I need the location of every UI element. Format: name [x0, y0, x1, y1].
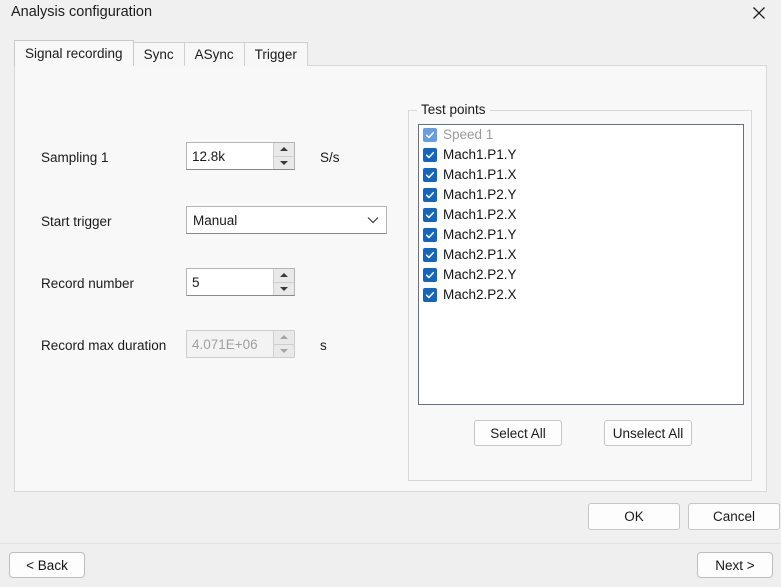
select-all-label: Select All [490, 425, 546, 441]
record-max-duration-stepper [273, 331, 294, 357]
record-number-stepper-down[interactable] [274, 282, 294, 295]
list-item[interactable]: Mach2.P2.X [419, 285, 743, 305]
select-all-button[interactable]: Select All [474, 420, 562, 446]
triangle-down-icon [280, 348, 288, 353]
tab-signal-recording[interactable]: Signal recording [14, 40, 134, 66]
triangle-up-icon [280, 335, 288, 340]
list-item-label: Mach1.P1.X [443, 167, 517, 183]
tab-label: Signal recording [25, 46, 123, 61]
list-item-label: Speed 1 [443, 127, 494, 143]
record-number-stepper [273, 269, 294, 295]
triangle-up-icon [280, 147, 288, 152]
list-item[interactable]: Mach1.P1.Y [419, 145, 743, 165]
list-item-label: Mach1.P1.Y [443, 147, 517, 163]
triangle-down-icon [280, 160, 288, 165]
list-item[interactable]: Speed 1 [419, 125, 743, 145]
check-icon [425, 251, 435, 259]
checkbox-checked[interactable] [423, 228, 437, 242]
tab-strip: Signal recording Sync ASync Trigger [14, 40, 308, 66]
sampling-input[interactable]: 12.8k [187, 143, 273, 169]
list-item[interactable]: Mach2.P1.X [419, 245, 743, 265]
checkbox-checked[interactable] [423, 168, 437, 182]
test-points-listbox[interactable]: Speed 1 Mach1.P1.Y Mach1.P1.X Mach1.P2.Y Mac… [418, 124, 744, 405]
ok-label: OK [624, 509, 644, 524]
record-max-duration-spinbox: 4.071E+06 [186, 330, 295, 358]
cancel-label: Cancel [712, 509, 756, 524]
back-label: < Back [26, 557, 68, 573]
tab-label: Sync [143, 47, 174, 62]
record-number-label: Record number [41, 276, 135, 291]
unselect-all-button[interactable]: Unselect All [604, 420, 692, 446]
window-title: Analysis configuration [11, 4, 153, 20]
checkbox-checked[interactable] [423, 148, 437, 162]
record-number-input[interactable]: 5 [187, 269, 273, 295]
chevron-down-icon [360, 216, 386, 224]
checkbox-checked[interactable] [423, 288, 437, 302]
list-item[interactable]: Mach1.P1.X [419, 165, 743, 185]
dialog-body: Signal recording Sync ASync Trigger Samp… [0, 26, 781, 543]
list-item-label: Mach1.P2.X [443, 207, 517, 223]
tab-async[interactable]: ASync [183, 42, 245, 66]
ok-button[interactable]: OK [588, 503, 680, 530]
record-max-duration-input: 4.071E+06 [192, 336, 258, 352]
list-item-label: Mach1.P2.Y [443, 187, 517, 203]
record-max-duration-stepper-up [274, 331, 294, 345]
sampling-stepper [273, 143, 294, 169]
next-label: Next > [715, 557, 755, 573]
next-button[interactable]: Next > [697, 552, 773, 578]
start-trigger-value: Manual [193, 212, 238, 228]
sampling-stepper-down[interactable] [274, 156, 294, 169]
check-icon [425, 151, 435, 159]
check-icon [425, 291, 435, 299]
sampling-unit: S/s [320, 150, 340, 165]
test-points-list: Speed 1 Mach1.P1.Y Mach1.P1.X Mach1.P2.Y Mac… [419, 125, 743, 305]
back-button[interactable]: < Back [9, 552, 85, 578]
record-max-duration-stepper-down [274, 344, 294, 357]
list-item-label: Mach2.P1.X [443, 247, 517, 263]
start-trigger-select[interactable]: Manual [186, 206, 387, 234]
checkbox-checked [423, 128, 437, 142]
sampling-label: Sampling 1 [41, 150, 109, 165]
unselect-all-label: Unselect All [612, 425, 684, 441]
check-icon [425, 191, 435, 199]
sampling-spinbox[interactable]: 12.8k [186, 142, 295, 170]
checkbox-checked[interactable] [423, 188, 437, 202]
record-max-duration-label: Record max duration [41, 338, 167, 353]
triangle-down-icon [280, 286, 288, 291]
sampling-stepper-up[interactable] [274, 143, 294, 157]
close-icon [752, 6, 766, 20]
checkbox-checked[interactable] [423, 268, 437, 282]
record-number-spinbox[interactable]: 5 [186, 268, 295, 296]
triangle-up-icon [280, 273, 288, 278]
check-icon [425, 171, 435, 179]
list-item-label: Mach2.P1.Y [443, 227, 517, 243]
tab-sync[interactable]: Sync [132, 42, 185, 66]
list-item[interactable]: Mach2.P1.Y [419, 225, 743, 245]
close-button[interactable] [737, 0, 781, 26]
test-points-title: Test points [417, 102, 490, 117]
start-trigger-label: Start trigger [41, 214, 112, 229]
list-item-label: Mach2.P2.Y [443, 267, 517, 283]
wizard-bottom-bar: < Back Next > [0, 543, 781, 587]
list-item-label: Mach2.P2.X [443, 287, 517, 303]
check-icon [425, 211, 435, 219]
checkbox-checked[interactable] [423, 208, 437, 222]
tab-label: Trigger [254, 47, 297, 62]
list-item[interactable]: Mach1.P2.X [419, 205, 743, 225]
test-points-groupbox: Test points Speed 1 Mach1.P1.Y Mach1.P1.X M… [408, 102, 752, 481]
check-icon [425, 131, 435, 139]
cancel-button[interactable]: Cancel [688, 503, 780, 530]
title-bar: Analysis configuration [0, 0, 781, 26]
list-item[interactable]: Mach1.P2.Y [419, 185, 743, 205]
tab-trigger[interactable]: Trigger [243, 42, 308, 66]
record-max-duration-unit: s [320, 338, 327, 353]
list-item[interactable]: Mach2.P2.Y [419, 265, 743, 285]
check-icon [425, 231, 435, 239]
checkbox-checked[interactable] [423, 248, 437, 262]
record-number-stepper-up[interactable] [274, 269, 294, 283]
check-icon [425, 271, 435, 279]
tab-panel-signal-recording: Sampling 1 12.8k S/s Start trigger Manua… [14, 65, 767, 492]
tab-label: ASync [194, 47, 234, 62]
